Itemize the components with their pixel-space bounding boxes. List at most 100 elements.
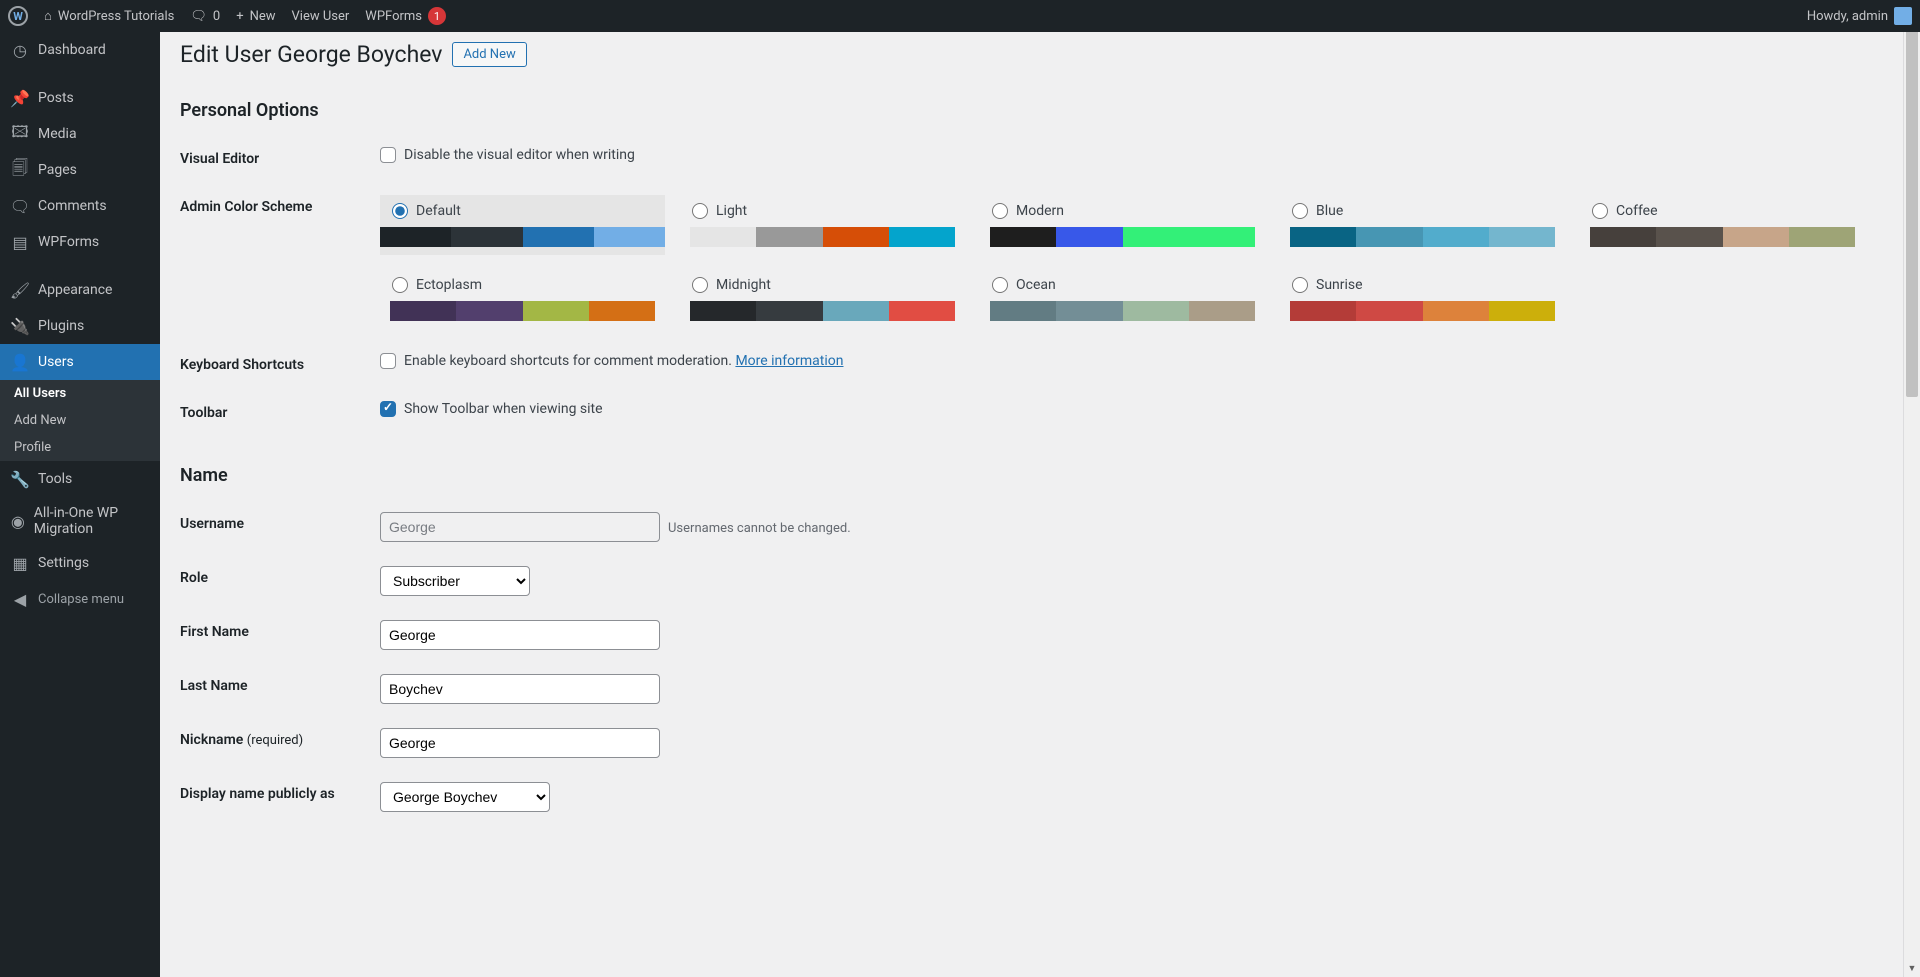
color-scheme-label: Default — [416, 203, 461, 219]
label-first-name: First Name — [180, 608, 380, 662]
sidebar-item-pages[interactable]: 🗐Pages — [0, 152, 160, 188]
keyboard-shortcuts-checkbox[interactable] — [380, 353, 396, 369]
submenu-all-users[interactable]: All Users — [0, 380, 160, 407]
label-visual-editor: Visual Editor — [180, 135, 380, 183]
sidebar-item-comments[interactable]: 🗨Comments — [0, 188, 160, 224]
color-scheme-sunrise[interactable]: Sunrise — [1280, 269, 1565, 329]
color-scheme-label: Light — [716, 203, 747, 219]
page-icon: 🗐 — [10, 160, 30, 180]
comment-icon: 🗨 — [10, 196, 30, 216]
sidebar-item-appearance[interactable]: 🖌Appearance — [0, 272, 160, 308]
label-toolbar: Toolbar — [180, 389, 380, 437]
color-scheme-radio[interactable] — [1292, 203, 1308, 219]
label-admin-color-scheme: Admin Color Scheme — [180, 183, 380, 341]
color-scheme-radio[interactable] — [692, 277, 708, 293]
scroll-thumb[interactable] — [1906, 17, 1918, 397]
last-name-input[interactable] — [380, 674, 660, 704]
users-submenu: All Users Add New Profile — [0, 380, 160, 461]
collapse-icon: ◀ — [10, 589, 30, 609]
color-scheme-label: Midnight — [716, 277, 771, 293]
color-scheme-radio[interactable] — [692, 203, 708, 219]
label-role: Role — [180, 554, 380, 608]
sidebar-item-posts[interactable]: 📌Posts — [0, 80, 160, 116]
site-name-link[interactable]: ⌂WordPress Tutorials — [36, 0, 182, 32]
color-scheme-coffee[interactable]: Coffee — [1580, 195, 1865, 255]
migration-icon: ◉ — [10, 511, 26, 531]
color-swatch — [1290, 301, 1555, 321]
comments-link[interactable]: 🗨0 — [182, 0, 228, 32]
color-scheme-radio[interactable] — [392, 203, 408, 219]
color-scheme-radio[interactable] — [1292, 277, 1308, 293]
color-scheme-label: Ectoplasm — [416, 277, 482, 293]
color-swatch — [690, 227, 955, 247]
pin-icon: 📌 — [10, 88, 30, 108]
username-input — [380, 512, 660, 542]
color-scheme-blue[interactable]: Blue — [1280, 195, 1565, 255]
sidebar-item-allinone[interactable]: ◉All-in-One WP Migration — [0, 497, 160, 545]
sidebar-item-users[interactable]: 👤Users — [0, 344, 160, 380]
keyboard-shortcuts-row[interactable]: Enable keyboard shortcuts for comment mo… — [380, 353, 1890, 369]
toolbar-row[interactable]: Show Toolbar when viewing site — [380, 401, 1890, 417]
my-account-link[interactable]: Howdy, admin — [1799, 0, 1920, 32]
visual-editor-checkbox[interactable] — [380, 147, 396, 163]
color-scheme-label: Ocean — [1016, 277, 1056, 293]
submenu-profile[interactable]: Profile — [0, 434, 160, 461]
sidebar-item-plugins[interactable]: 🔌Plugins — [0, 308, 160, 344]
color-scheme-ocean[interactable]: Ocean — [980, 269, 1265, 329]
color-scheme-modern[interactable]: Modern — [980, 195, 1265, 255]
display-name-select[interactable]: George Boychev — [380, 782, 550, 812]
admin-sidebar: ◷Dashboard 📌Posts 🖾Media 🗐Pages 🗨Comment… — [0, 32, 160, 977]
sidebar-item-wpforms[interactable]: ▤WPForms — [0, 224, 160, 260]
new-content-link[interactable]: +New — [228, 0, 283, 32]
color-scheme-midnight[interactable]: Midnight — [680, 269, 965, 329]
home-icon: ⌂ — [44, 8, 52, 24]
sidebar-item-media[interactable]: 🖾Media — [0, 116, 160, 152]
submenu-add-new[interactable]: Add New — [0, 407, 160, 434]
color-scheme-label: Blue — [1316, 203, 1343, 219]
comment-icon: 🗨 — [190, 9, 207, 24]
color-swatch — [390, 301, 655, 321]
plus-icon: + — [236, 9, 243, 24]
color-swatch — [1290, 227, 1555, 247]
color-scheme-ectoplasm[interactable]: Ectoplasm — [380, 269, 665, 329]
color-scheme-label: Modern — [1016, 203, 1064, 219]
label-keyboard-shortcuts: Keyboard Shortcuts — [180, 341, 380, 389]
color-scheme-light[interactable]: Light — [680, 195, 965, 255]
color-scheme-label: Coffee — [1616, 203, 1658, 219]
main-content: Edit User George Boychev Add New Persona… — [160, 32, 1920, 977]
color-scheme-radio[interactable] — [1592, 203, 1608, 219]
nickname-input[interactable] — [380, 728, 660, 758]
username-note: Usernames cannot be changed. — [668, 521, 851, 536]
toolbar-checkbox[interactable] — [380, 401, 396, 417]
sidebar-item-tools[interactable]: 🔧Tools — [0, 461, 160, 497]
label-display-name: Display name publicly as — [180, 770, 380, 824]
wrench-icon: 🔧 — [10, 469, 30, 489]
scroll-down-arrow[interactable]: ▼ — [1904, 960, 1920, 977]
vertical-scrollbar[interactable]: ▲ ▼ — [1903, 0, 1920, 977]
color-swatch — [990, 301, 1255, 321]
sidebar-item-settings[interactable]: ▦Settings — [0, 545, 160, 581]
wpforms-link[interactable]: WPForms1 — [357, 0, 454, 32]
wp-logo[interactable]: W — [0, 0, 36, 32]
collapse-menu[interactable]: ◀Collapse menu — [0, 581, 160, 617]
role-select[interactable]: Subscriber — [380, 566, 530, 596]
color-scheme-radio[interactable] — [992, 277, 1008, 293]
label-last-name: Last Name — [180, 662, 380, 716]
color-scheme-radio[interactable] — [992, 203, 1008, 219]
users-icon: 👤 — [10, 352, 30, 372]
color-scheme-default[interactable]: Default — [380, 195, 665, 255]
plugin-icon: 🔌 — [10, 316, 30, 336]
avatar — [1894, 7, 1912, 25]
color-scheme-radio[interactable] — [392, 277, 408, 293]
label-nickname: Nickname (required) — [180, 716, 380, 770]
color-scheme-label: Sunrise — [1316, 277, 1363, 293]
view-user-link[interactable]: View User — [284, 0, 358, 32]
first-name-input[interactable] — [380, 620, 660, 650]
wpforms-badge: 1 — [428, 7, 446, 25]
section-name: Name — [180, 465, 1900, 486]
more-info-link[interactable]: More information — [735, 353, 843, 369]
sidebar-item-dashboard[interactable]: ◷Dashboard — [0, 32, 160, 68]
visual-editor-checkbox-row[interactable]: Disable the visual editor when writing — [380, 147, 1890, 163]
admin-toolbar: W ⌂WordPress Tutorials 🗨0 +New View User… — [0, 0, 1920, 32]
add-new-button[interactable]: Add New — [452, 42, 526, 67]
